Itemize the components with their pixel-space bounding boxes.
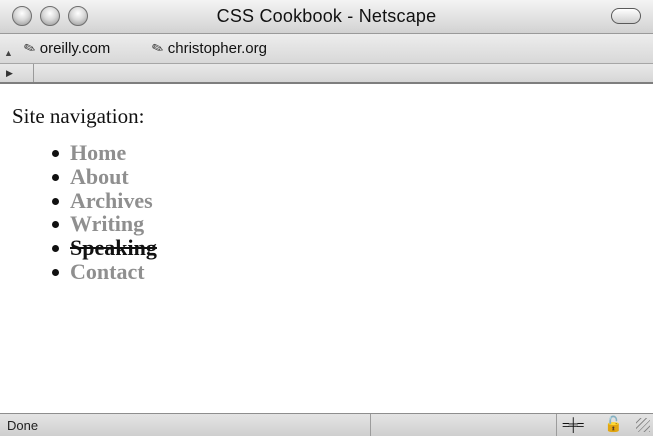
nav-item-archives: Archives xyxy=(12,188,632,213)
bookmark-icon: ✎ xyxy=(149,38,166,58)
bookmark-icon: ✎ xyxy=(21,38,38,58)
nav-link-contact[interactable]: Contact xyxy=(70,259,145,284)
site-navigation-list: Home About Archives Writing Speaking Con… xyxy=(12,141,632,284)
nav-item-speaking: Speaking xyxy=(12,236,632,260)
nav-item-about: About xyxy=(12,164,632,189)
resize-grip-icon[interactable] xyxy=(636,418,650,432)
expand-toolbar-icon[interactable]: ▶ xyxy=(0,64,34,82)
nav-item-contact: Contact xyxy=(12,260,632,284)
nav-item-home: Home xyxy=(12,141,632,165)
bookmark-label: christopher.org xyxy=(167,40,267,57)
bookmark-label: oreilly.com xyxy=(39,40,111,57)
status-divider xyxy=(556,414,557,436)
nav-link-speaking-current[interactable]: Speaking xyxy=(70,235,157,260)
bookmarks-bar: ▲ ✎ oreilly.com ✎ christopher.org xyxy=(0,34,653,64)
online-plug-icon[interactable]: =╪= xyxy=(562,417,584,432)
window-title: CSS Cookbook - Netscape xyxy=(216,6,437,26)
nav-item-writing: Writing xyxy=(12,212,632,236)
bookmark-oreilly[interactable]: ✎ oreilly.com xyxy=(21,38,111,58)
toolbar-toggle-button[interactable] xyxy=(611,8,641,24)
status-divider xyxy=(370,414,371,436)
nav-link-about[interactable]: About xyxy=(70,164,129,189)
nav-link-home[interactable]: Home xyxy=(70,140,126,165)
bookmarks-collapse-icon[interactable]: ▲ xyxy=(4,48,13,58)
status-bar: Done =╪= 🔓 xyxy=(0,413,653,436)
bookmark-christopher[interactable]: ✎ christopher.org xyxy=(149,38,267,58)
status-text: Done xyxy=(7,418,39,433)
browser-window: CSS Cookbook - Netscape ▲ ✎ oreilly.com … xyxy=(0,0,653,436)
nav-link-archives[interactable]: Archives xyxy=(70,188,153,213)
nav-link-writing[interactable]: Writing xyxy=(70,211,144,236)
title-bar[interactable]: CSS Cookbook - Netscape xyxy=(0,0,653,34)
security-lock-icon[interactable]: 🔓 xyxy=(604,415,623,433)
site-navigation-heading: Site navigation: xyxy=(12,104,145,128)
collapsed-toolbar: ▶ xyxy=(0,64,653,84)
page-content: Site navigation: Home About Archives Wri… xyxy=(12,104,632,284)
